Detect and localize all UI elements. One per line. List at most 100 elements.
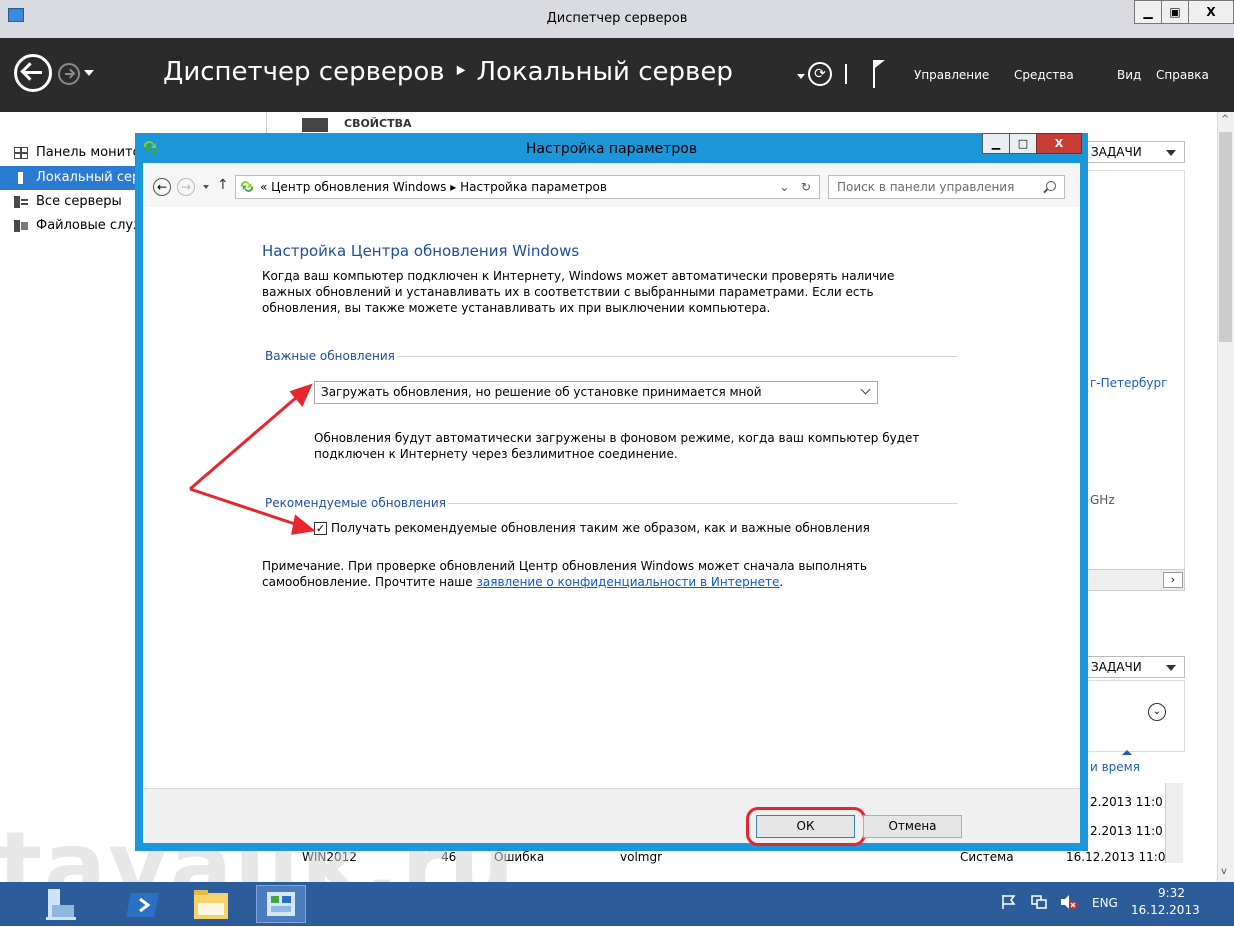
search-input[interactable]: Поиск в панели управления	[828, 175, 1065, 199]
chevron-down-icon	[860, 384, 871, 395]
network-icon[interactable]	[1031, 894, 1047, 913]
intro-text-line: важных обновлений и устанавливать их в с…	[262, 285, 874, 299]
clock-date[interactable]: 16.12.2013	[1131, 903, 1200, 917]
tasks-dropdown-bottom[interactable]: ЗАДАЧИ	[1086, 656, 1185, 678]
all-servers-icon	[14, 196, 28, 208]
panel-divider	[266, 112, 267, 134]
event-timestamp: 2.2013 11:0	[1090, 795, 1163, 809]
note-text: .	[779, 575, 784, 589]
address-prefix[interactable]: «	[260, 180, 267, 194]
file-services-icon	[14, 220, 28, 232]
address-dropdown-icon[interactable]: ⌄	[779, 180, 789, 194]
properties-icon	[302, 118, 328, 132]
settings-dialog: Настройка параметров ▁ □ X ← → ↑ « Центр…	[135, 133, 1088, 851]
powershell-button[interactable]	[120, 885, 170, 923]
address-separator[interactable]: ▸	[450, 180, 456, 194]
column-header-datetime[interactable]: и время	[1090, 760, 1140, 774]
outer-window-controls: ▁ ▣ X	[1134, 0, 1234, 24]
section-heading-recommended: Рекомендуемые обновления	[265, 496, 448, 510]
events-scrollbar[interactable]	[1165, 783, 1183, 863]
tasks-label: ЗАДАЧИ	[1091, 660, 1142, 674]
menu-tools[interactable]: Средства	[1014, 68, 1074, 82]
minimize-button[interactable]: ▁	[1134, 0, 1162, 24]
dialog-close-button[interactable]: X	[1036, 133, 1082, 154]
navigation-bar: ← → ↑ « Центр обновления Windows ▸ Настр…	[143, 163, 1080, 207]
control-panel-taskbar-button[interactable]	[256, 885, 306, 923]
scroll-up-icon[interactable]: ^	[1221, 114, 1229, 125]
sidebar-item-dashboard[interactable]: Панель мониторинга	[0, 141, 136, 165]
horizontal-scrollbar[interactable]: ›	[1086, 569, 1185, 591]
address-controls[interactable]: ⌄ ↻	[779, 176, 811, 198]
recommended-checkbox-label[interactable]: Получать рекомендуемые обновления таким …	[331, 520, 870, 536]
menu-help[interactable]: Справка	[1156, 68, 1209, 82]
recommended-updates-checkbox[interactable]: ✓	[314, 522, 327, 535]
sidebar-item-local-server[interactable]: Локальный сервер	[0, 166, 136, 190]
dialog-body: ← → ↑ « Центр обновления Windows ▸ Настр…	[143, 163, 1080, 846]
powershell-icon	[126, 893, 159, 917]
breadcrumb-dropdown-icon[interactable]	[797, 74, 805, 79]
row-source: volmgr	[620, 850, 663, 864]
menu-manage[interactable]: Управление	[914, 68, 989, 82]
sidebar-item-file-services[interactable]: Файловые службы	[0, 214, 136, 238]
file-explorer-button[interactable]	[186, 885, 236, 923]
breadcrumb: Диспетчер серверов ‣ Локальный сервер	[163, 57, 733, 87]
tasks-dropdown-top[interactable]: ЗАДАЧИ	[1086, 141, 1185, 163]
input-language[interactable]: ENG	[1092, 896, 1118, 910]
menu-view[interactable]: Вид	[1117, 68, 1141, 82]
intro-text-line: Когда ваш компьютер подключен к Интернет…	[262, 269, 895, 283]
back-arrow-icon[interactable]	[14, 54, 52, 92]
sidebar-item-label: Панель мониторинга	[36, 145, 136, 160]
scroll-right-icon[interactable]: ›	[1163, 572, 1183, 588]
tasks-label: ЗАДАЧИ	[1091, 145, 1142, 159]
intro-text-line: обновления, вы также можете устанавливат…	[262, 301, 771, 315]
important-description-line: подключен к Интернету через безлимитное …	[314, 447, 678, 461]
dialog-window-controls: ▁ □ X	[982, 133, 1082, 154]
address-bar[interactable]: « Центр обновления Windows ▸ Настройка п…	[235, 175, 820, 199]
server-manager-taskbar-icon	[46, 889, 76, 920]
dialog-maximize-button[interactable]: □	[1009, 133, 1037, 154]
sort-indicator-icon	[1122, 750, 1132, 755]
privacy-statement-link[interactable]: заявление о конфиденциальности в Интерне…	[476, 575, 779, 589]
note-text-line: самообновление. Прочтите наше заявление …	[262, 574, 783, 590]
scroll-down-icon[interactable]: v	[1221, 866, 1227, 877]
server-manager-header: Диспетчер серверов ‣ Локальный сервер ⟳ …	[0, 38, 1234, 112]
taskbar: ENG 9:32 16.12.2013	[0, 882, 1234, 926]
search-icon[interactable]	[1046, 181, 1056, 191]
separator	[845, 64, 847, 84]
dialog-footer: ОК Отмена	[143, 788, 1080, 846]
forward-arrow-icon[interactable]: →	[177, 178, 195, 196]
start-button[interactable]	[36, 885, 86, 923]
cancel-button[interactable]: Отмена	[863, 815, 962, 838]
events-filter-panel	[1086, 680, 1185, 752]
up-arrow-icon[interactable]: ↑	[217, 177, 229, 193]
history-dropdown-icon[interactable]	[84, 70, 94, 76]
ok-button[interactable]: ОК	[756, 815, 855, 838]
action-center-flag-icon[interactable]	[1001, 894, 1017, 913]
note-text: самообновление. Прочтите наше	[262, 575, 477, 589]
forward-arrow-icon[interactable]	[58, 63, 80, 85]
close-button[interactable]: X	[1188, 0, 1234, 24]
dialog-minimize-button[interactable]: ▁	[982, 133, 1010, 154]
clock-time[interactable]: 9:32	[1158, 886, 1185, 900]
refresh-icon[interactable]: ⟳	[808, 62, 832, 86]
outer-window-title: Диспетчер серверов	[546, 11, 688, 26]
volume-muted-icon[interactable]	[1060, 894, 1078, 913]
recent-pages-icon[interactable]	[203, 185, 209, 189]
address-segment-settings[interactable]: Настройка параметров	[460, 180, 607, 194]
expand-icon[interactable]: ⌄	[1148, 703, 1166, 721]
row-log: Система	[960, 850, 1014, 864]
refresh-icon[interactable]: ↻	[801, 180, 811, 194]
sidebar-item-all-servers[interactable]: Все серверы	[0, 190, 136, 214]
time-zone-link[interactable]: г-Петербург	[1090, 376, 1167, 390]
important-updates-select[interactable]: Загружать обновления, но решение об уста…	[314, 381, 878, 404]
maximize-button[interactable]: ▣	[1161, 0, 1189, 24]
scrollbar-thumb[interactable]	[1219, 132, 1232, 342]
folder-icon	[194, 890, 228, 919]
back-arrow-icon[interactable]: ←	[153, 178, 171, 196]
address-segment-windows-update[interactable]: Центр обновления Windows	[271, 180, 446, 194]
properties-heading: СВОЙСТВА	[344, 117, 412, 130]
notifications-flag-icon[interactable]	[873, 60, 887, 90]
search-placeholder: Поиск в панели управления	[837, 180, 1015, 194]
sidebar: Панель мониторинга Локальный сервер Все …	[0, 112, 136, 812]
important-description-line: Обновления будут автоматически загружены…	[314, 431, 920, 445]
